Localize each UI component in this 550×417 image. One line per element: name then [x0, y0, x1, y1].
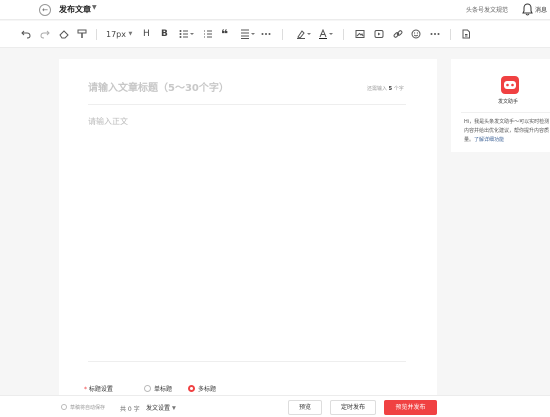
- heading-icon[interactable]: H: [143, 29, 150, 40]
- char-hint-count: 5: [388, 86, 393, 92]
- ordered-list-icon[interactable]: [203, 29, 213, 40]
- robot-icon: [501, 76, 519, 94]
- assistant-panel: 发文助手 Hi，我是头条发文助手～可以实时检测内容并给出优化建议，帮你提升内容质…: [451, 59, 550, 152]
- quote-icon[interactable]: ❝: [221, 28, 228, 40]
- back-button[interactable]: ←: [39, 4, 51, 16]
- footer-bar: 草稿将自动保存 共 0 字 发文设置 ▼ 预览 定时发布 预览并发布: [0, 395, 550, 417]
- editor-panel: 请输入文章标题（5～30个字） 还需输入 5 个字 请输入正文 * 标题设置 单…: [59, 59, 437, 399]
- single-title-label[interactable]: 单标题: [154, 384, 172, 393]
- format-painter-icon[interactable]: [77, 29, 87, 40]
- unordered-list-icon[interactable]: [179, 29, 195, 40]
- title-setting-text: 标题设置: [88, 386, 113, 393]
- editor-toolbar: 17px ▼ H B ❝: [0, 21, 550, 48]
- more-icon[interactable]: [430, 29, 440, 40]
- assistant-divider: [461, 112, 550, 113]
- single-title-radio[interactable]: [144, 385, 151, 392]
- multi-title-radio[interactable]: [188, 385, 195, 392]
- emoji-icon[interactable]: [411, 29, 421, 40]
- guide-link[interactable]: 头条号发文规范: [466, 5, 508, 14]
- chevron-down-icon[interactable]: ▼: [92, 4, 97, 11]
- font-size-select[interactable]: 17px ▼: [106, 29, 132, 40]
- title-settings-row: * 标题设置 单标题 多标题: [84, 384, 424, 394]
- publish-button[interactable]: 预览并发布: [384, 400, 437, 415]
- word-count: 共 0 字: [120, 406, 140, 413]
- title-input[interactable]: 请输入文章标题（5～30个字）: [88, 79, 229, 94]
- messages-label[interactable]: 消息: [535, 5, 547, 14]
- link-icon[interactable]: [393, 29, 403, 40]
- autosave-status: 草稿将自动保存: [70, 405, 106, 411]
- bold-icon[interactable]: B: [161, 29, 168, 40]
- toolbar-divider: [282, 29, 283, 40]
- font-size-value: 17px: [106, 30, 126, 39]
- bell-icon[interactable]: [522, 3, 533, 16]
- required-mark: *: [84, 386, 87, 393]
- eraser-icon[interactable]: [59, 29, 69, 40]
- chevron-down-icon: ▼: [128, 31, 133, 37]
- publish-settings-dropdown[interactable]: 发文设置 ▼: [146, 403, 176, 412]
- undo-icon[interactable]: [21, 29, 31, 40]
- options-divider: [88, 361, 406, 362]
- title-setting-label: * 标题设置: [84, 384, 113, 393]
- assistant-learn-more-link[interactable]: 了解详细功能: [474, 137, 504, 143]
- publish-settings-label: 发文设置: [146, 405, 171, 412]
- draft-icon[interactable]: [461, 29, 471, 40]
- autosave-icon: [61, 404, 67, 410]
- char-hint-prefix: 还需输入: [367, 86, 388, 92]
- toolbar-divider: [450, 29, 451, 40]
- assistant-title: 发文助手: [498, 99, 519, 105]
- align-icon[interactable]: [240, 29, 256, 40]
- video-icon[interactable]: [374, 29, 384, 40]
- multi-title-label[interactable]: 多标题: [198, 384, 216, 393]
- more-icon[interactable]: [261, 29, 271, 40]
- image-icon[interactable]: [355, 29, 365, 40]
- toolbar-divider: [96, 29, 97, 40]
- char-count-hint: 还需输入 5 个字: [367, 85, 404, 92]
- assistant-text: Hi，我是头条发文助手～可以实时检测内容并给出优化建议，帮你提升内容质量。了解详…: [464, 118, 550, 145]
- top-bar: ← 发布文章 ▼ 头条号发文规范 消息: [0, 0, 550, 20]
- highlight-icon[interactable]: [296, 29, 312, 40]
- chevron-down-icon: ▼: [171, 405, 176, 412]
- arrow-left-icon: ←: [42, 6, 48, 14]
- body-input[interactable]: 请输入正文: [88, 116, 128, 127]
- schedule-publish-button[interactable]: 定时发布: [330, 400, 376, 415]
- page-title: 发布文章: [59, 5, 91, 14]
- redo-icon[interactable]: [40, 29, 50, 40]
- font-color-icon[interactable]: [318, 29, 334, 40]
- title-divider: [88, 104, 406, 105]
- toolbar-divider: [343, 29, 344, 40]
- char-hint-suffix: 个字: [393, 86, 404, 92]
- preview-button[interactable]: 预览: [288, 400, 322, 415]
